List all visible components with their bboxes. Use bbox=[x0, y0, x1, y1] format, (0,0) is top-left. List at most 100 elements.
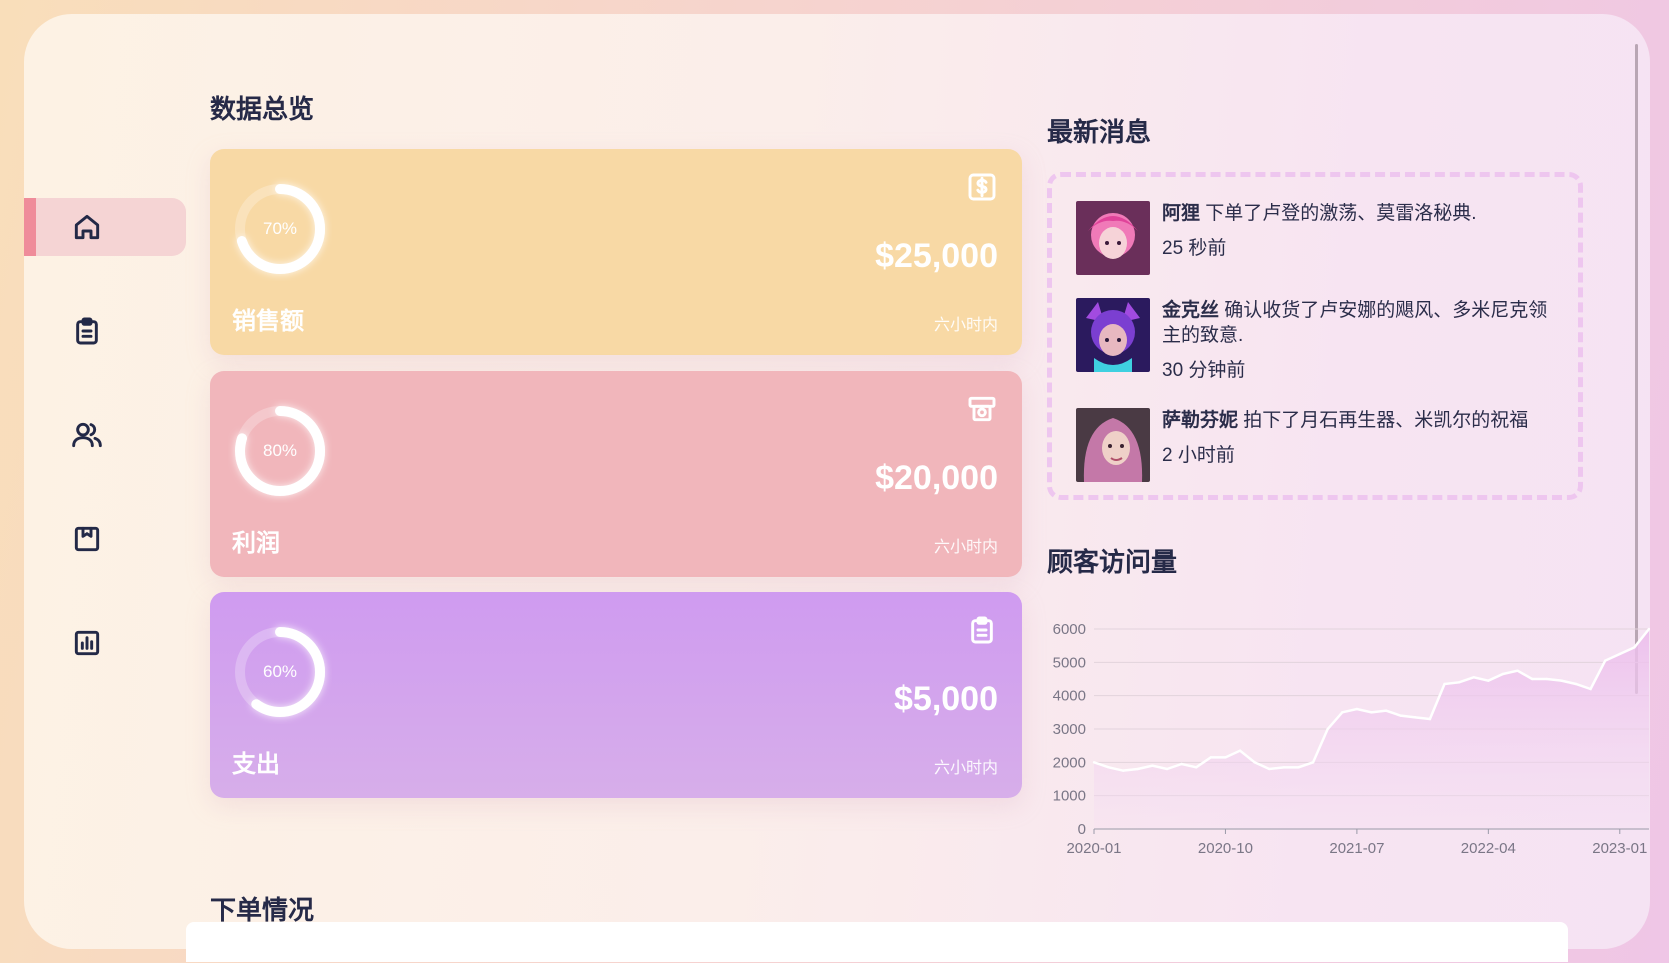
sales-card[interactable]: 70% $25,000 销售额 六小时内 bbox=[210, 149, 1022, 355]
y-tick-label: 5000 bbox=[1053, 654, 1086, 671]
avatar bbox=[1076, 298, 1150, 372]
expense-card[interactable]: 60% $5,000 支出 六小时内 bbox=[210, 592, 1022, 798]
data-point bbox=[1092, 761, 1096, 764]
cash-register-icon bbox=[966, 393, 998, 425]
overview-title: 数据总览 bbox=[210, 94, 315, 124]
message-text: 下单了卢登的激荡、莫雷洛秘典. bbox=[1205, 203, 1477, 224]
message-time: 30 分钟前 bbox=[1162, 360, 1246, 381]
data-point bbox=[1297, 766, 1300, 769]
expense-amount: $5,000 bbox=[894, 680, 998, 718]
data-point bbox=[1516, 669, 1519, 672]
main-panel: 数据总览 70% $25,000 销售额 六小时内 80% $20,000 利润… bbox=[24, 14, 1650, 949]
data-point bbox=[1107, 766, 1110, 769]
sales-amount: $25,000 bbox=[875, 237, 998, 275]
y-tick-label: 2000 bbox=[1053, 754, 1086, 771]
data-point bbox=[1487, 679, 1490, 682]
data-point bbox=[1618, 652, 1621, 656]
expense-label: 支出 bbox=[232, 751, 280, 778]
messages-box: 阿狸 下单了卢登的激荡、莫雷洛秘典. 25 秒前 金克丝 确认收货了卢安娜的飓风… bbox=[1047, 172, 1583, 500]
data-point bbox=[1574, 682, 1578, 686]
message-text: 确认收货了卢安娜的飓风、多米尼克领主的致意. bbox=[1162, 300, 1548, 346]
profit-label: 利润 bbox=[232, 530, 280, 557]
data-point bbox=[1384, 709, 1388, 712]
data-point bbox=[1399, 714, 1402, 717]
data-point bbox=[1122, 769, 1125, 772]
x-tick-label: 2020-10 bbox=[1198, 840, 1253, 857]
data-point bbox=[1326, 727, 1329, 731]
clipboard-icon bbox=[966, 614, 998, 646]
data-point bbox=[1253, 761, 1256, 764]
data-point bbox=[1472, 676, 1475, 679]
profit-percent: 80% bbox=[262, 441, 298, 460]
sidebar-item-home[interactable] bbox=[24, 198, 186, 256]
bookmark-box-icon bbox=[71, 523, 103, 555]
data-point bbox=[1355, 707, 1359, 711]
message-sender: 萨勒芬妮 bbox=[1162, 410, 1239, 431]
sidebar-item-customers[interactable] bbox=[24, 406, 186, 464]
sales-period: 六小时内 bbox=[933, 317, 998, 334]
clipboard-icon bbox=[71, 315, 103, 347]
y-tick-label: 1000 bbox=[1053, 788, 1086, 805]
sidebar bbox=[24, 198, 186, 718]
data-point bbox=[1268, 767, 1271, 771]
x-tick-label: 2021-07 bbox=[1329, 840, 1384, 857]
sales-percent: 70% bbox=[262, 219, 298, 238]
data-point bbox=[1603, 659, 1607, 662]
data-point bbox=[1136, 767, 1140, 771]
data-point bbox=[1165, 767, 1169, 771]
visits-chart-svg: 0 1000 2000 3000 4000 5000 6000 2020-01 2020-10 2… bbox=[1053, 621, 1650, 857]
sidebar-item-products[interactable] bbox=[24, 510, 186, 568]
data-point bbox=[1238, 749, 1242, 752]
data-point bbox=[1560, 679, 1563, 682]
data-point bbox=[1370, 711, 1373, 714]
profit-amount: $20,000 bbox=[875, 459, 998, 497]
data-point bbox=[1311, 761, 1315, 764]
data-point bbox=[1282, 766, 1286, 769]
message-sender: 阿狸 bbox=[1162, 203, 1201, 224]
avatar bbox=[1076, 201, 1150, 275]
data-point bbox=[1341, 711, 1344, 714]
data-point bbox=[1530, 677, 1534, 681]
y-tick-label: 4000 bbox=[1053, 688, 1086, 705]
expense-progress-ring: 60% bbox=[228, 620, 332, 724]
sales-progress-ring: 70% bbox=[228, 177, 332, 281]
home-icon bbox=[71, 211, 103, 243]
visits-chart[interactable]: 0 1000 2000 3000 4000 5000 6000 2020-01 2020-10 2… bbox=[1049, 604, 1650, 874]
messages-title: 最新消息 bbox=[1047, 117, 1152, 147]
data-point bbox=[1414, 716, 1417, 719]
x-tick-label: 2022-04 bbox=[1461, 840, 1516, 857]
data-point bbox=[1443, 682, 1446, 686]
data-point bbox=[1428, 717, 1432, 721]
data-point bbox=[1589, 687, 1592, 691]
data-point bbox=[1633, 646, 1636, 649]
message-time: 2 小时前 bbox=[1162, 445, 1235, 466]
data-point bbox=[1180, 762, 1183, 766]
message-time: 25 秒前 bbox=[1162, 238, 1227, 259]
users-icon bbox=[71, 419, 103, 451]
data-point bbox=[1195, 766, 1198, 769]
data-point bbox=[1457, 681, 1461, 684]
y-tick-label: 3000 bbox=[1053, 721, 1086, 738]
scrollbar[interactable] bbox=[1635, 44, 1638, 694]
avatar bbox=[1076, 408, 1150, 482]
y-tick-label: 0 bbox=[1078, 821, 1086, 838]
x-tick-label: 2023-01 bbox=[1592, 840, 1647, 857]
dollar-icon bbox=[966, 171, 998, 203]
data-point bbox=[1545, 677, 1548, 681]
profit-period: 六小时内 bbox=[933, 539, 998, 556]
sidebar-item-analytics[interactable] bbox=[24, 614, 186, 672]
y-tick-label: 6000 bbox=[1053, 621, 1086, 638]
data-point bbox=[1501, 672, 1505, 676]
orders-table bbox=[186, 922, 1568, 962]
profit-card[interactable]: 80% $20,000 利润 六小时内 bbox=[210, 371, 1022, 577]
data-point bbox=[1224, 756, 1227, 759]
bar-chart-icon bbox=[71, 627, 103, 659]
sales-label: 销售额 bbox=[232, 308, 304, 335]
expense-percent: 60% bbox=[262, 662, 298, 681]
message-sender: 金克丝 bbox=[1162, 300, 1220, 321]
visits-title: 顾客访问量 bbox=[1047, 547, 1178, 577]
data-point bbox=[1209, 756, 1213, 759]
profit-progress-ring: 80% bbox=[228, 399, 332, 503]
sidebar-item-orders[interactable] bbox=[24, 302, 186, 360]
data-point bbox=[1151, 764, 1154, 767]
